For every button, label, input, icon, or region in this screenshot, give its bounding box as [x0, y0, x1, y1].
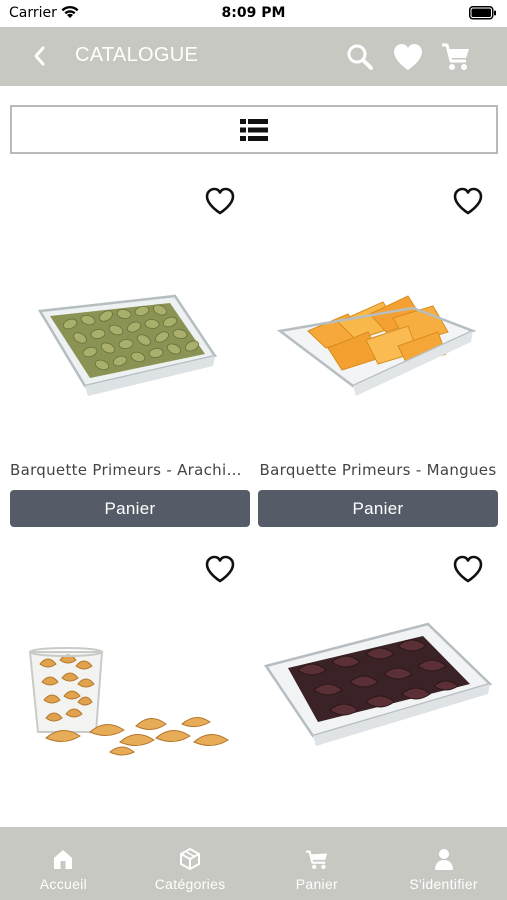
tab-home-label: Accueil [39, 876, 87, 892]
tab-home[interactable]: Accueil [0, 827, 127, 900]
favorites-button[interactable] [392, 41, 424, 73]
favorite-button[interactable] [452, 186, 484, 218]
tab-sign-in-label: S'identifier [409, 876, 478, 892]
page-title: CATALOGUE [75, 44, 199, 66]
categories-cube-icon [180, 848, 201, 870]
heart-outline-icon [205, 555, 235, 583]
heart-outline-icon [453, 187, 483, 215]
tab-categories-label: Catégories [154, 876, 226, 892]
user-icon [434, 849, 453, 870]
back-button[interactable] [26, 43, 52, 69]
heart-icon [394, 44, 422, 70]
add-to-cart-button[interactable]: Panier [10, 490, 250, 527]
battery-icon [469, 6, 496, 20]
tab-cart-label: Panier [295, 876, 339, 892]
search-icon [347, 44, 373, 70]
favorite-button[interactable] [452, 554, 484, 586]
heart-outline-icon [453, 555, 483, 583]
tab-categories[interactable]: Catégories [127, 827, 254, 900]
search-button[interactable] [344, 41, 376, 73]
favorite-button[interactable] [204, 554, 236, 586]
cart-icon [442, 43, 469, 70]
tab-sign-in[interactable]: S'identifier [380, 827, 507, 900]
home-icon [54, 850, 73, 869]
favorite-button[interactable] [204, 186, 236, 218]
cart-button[interactable] [440, 41, 472, 73]
product-name[interactable]: Barquette Primeurs - Arachides [10, 461, 250, 479]
list-view-icon [240, 118, 268, 141]
status-time: 8:09 PM [221, 5, 286, 21]
product-image-dates [263, 622, 493, 746]
status-bar: Carrier 8:09 PM [0, 0, 507, 27]
product-image-cashews [28, 647, 229, 756]
product-image-peanuts [37, 294, 218, 396]
add-to-cart-button[interactable]: Panier [258, 490, 498, 527]
product-image-mango [276, 295, 477, 396]
chevron-left-icon [34, 46, 45, 66]
product-name[interactable]: Barquette Primeurs - Mangues [258, 461, 498, 479]
shopping-cart-icon [305, 850, 328, 869]
tab-cart[interactable]: Panier [254, 827, 381, 900]
heart-outline-icon [205, 187, 235, 215]
bottom-tab-bar: Accueil Catégories Panier S'identifier [0, 827, 507, 900]
list-view-toggle[interactable] [10, 105, 498, 154]
nav-bar: CATALOGUE [0, 27, 507, 86]
